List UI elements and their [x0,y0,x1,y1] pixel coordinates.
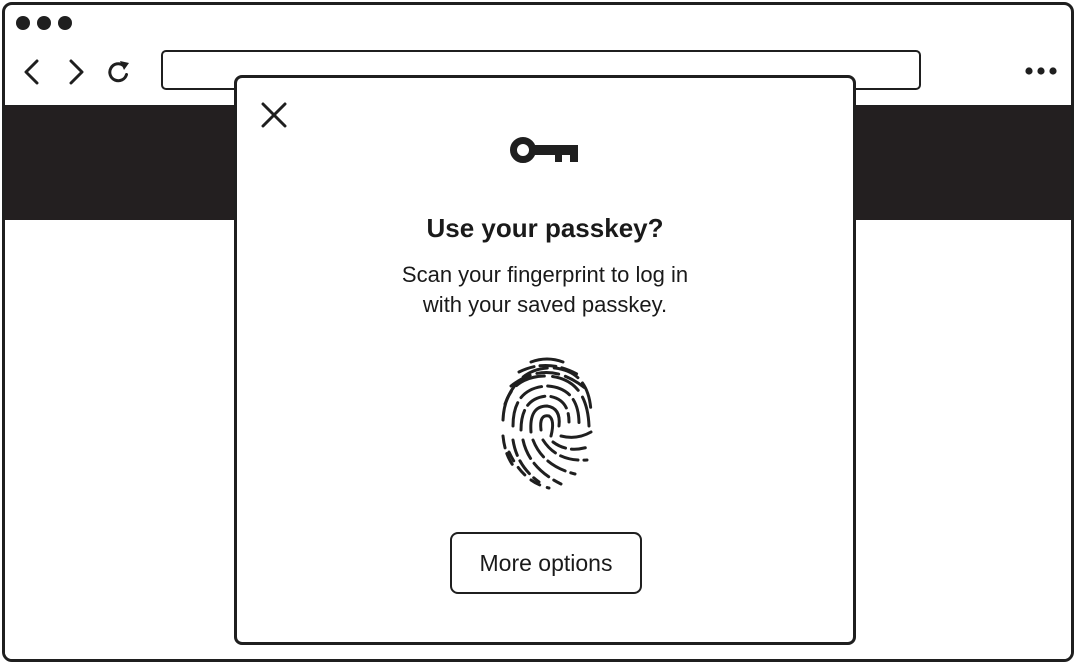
close-dialog-button[interactable] [259,100,289,130]
passkey-dialog: Use your passkey? Scan your fingerprint … [234,75,856,645]
fingerprint-icon[interactable] [499,356,595,492]
forward-button[interactable] [61,57,91,87]
maximize-window-dot-icon[interactable] [58,16,72,30]
dialog-title: Use your passkey? [426,213,664,243]
minimize-window-dot-icon[interactable] [37,16,51,30]
close-window-dot-icon[interactable] [16,16,30,30]
dialog-description: Scan your fingerprint to log in with you… [237,260,853,320]
reload-button[interactable] [104,57,134,87]
more-horizontal-icon [1025,67,1057,75]
dialog-description-line-2: with your saved passkey. [422,292,668,317]
dialog-description-line-1: Scan your fingerprint to log in [401,262,689,287]
key-icon [510,137,578,163]
back-button[interactable] [17,57,47,87]
more-options-button[interactable]: More options [450,532,642,594]
reload-icon [108,61,129,83]
browser-menu-button[interactable] [1023,59,1059,83]
window-controls [16,16,72,30]
close-icon [261,102,287,128]
chevron-right-icon [69,59,84,85]
chevron-left-icon [24,59,39,85]
browser-window: Use your passkey? Scan your fingerprint … [2,2,1074,662]
